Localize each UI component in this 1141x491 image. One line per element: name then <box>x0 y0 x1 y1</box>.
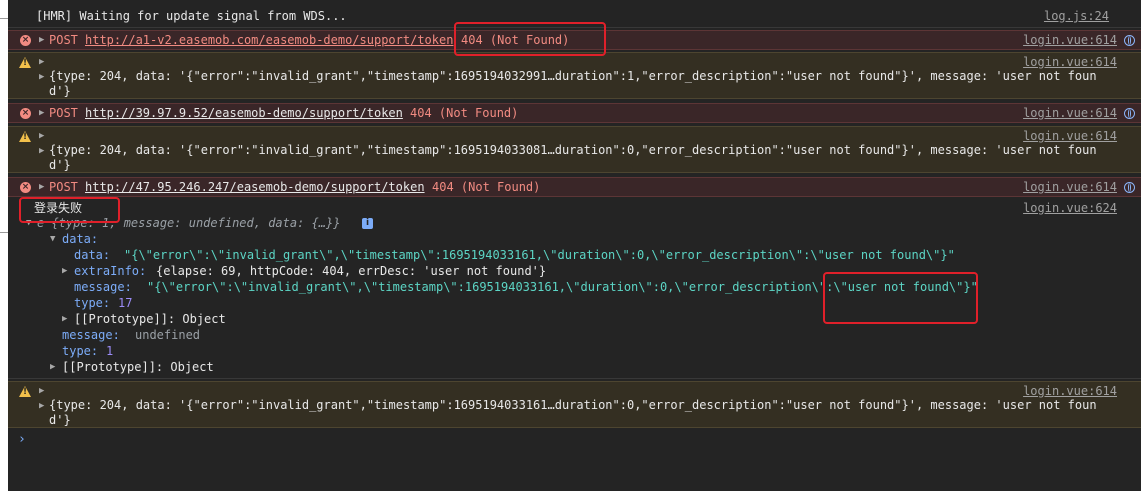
prop-data-data-value: "{\"error\":\"invalid_grant\",\"timestam… <box>124 248 955 262</box>
source-link[interactable]: log.js:24 <box>1044 9 1109 24</box>
expand-arrow-icon[interactable]: ▶ <box>62 264 67 279</box>
prop-prototype[interactable]: [[Prototype]]: Object <box>74 312 226 327</box>
expand-arrow-icon[interactable]: ▶ <box>39 384 44 399</box>
divider <box>0 232 8 233</box>
prop-data-data-key: data: <box>74 248 111 262</box>
prop-message2-value: undefined <box>135 328 201 342</box>
request-method: POST <box>49 180 78 194</box>
network-globe-icon[interactable] <box>1124 182 1135 193</box>
warning-object-line1: {type: 204, data: '{"error":"invalid_gra… <box>49 69 1097 83</box>
request-status: 404 (Not Found) <box>410 106 519 120</box>
request-method: POST <box>49 106 78 120</box>
warning-icon <box>19 386 31 397</box>
request-method: POST <box>49 33 78 47</box>
console-prompt[interactable]: › <box>18 432 26 447</box>
expand-arrow-icon[interactable]: ▶ <box>39 144 44 159</box>
expand-arrow-icon[interactable]: ▶ <box>50 360 55 375</box>
request-url[interactable]: http://39.97.9.52/easemob-demo/support/t… <box>85 106 403 121</box>
highlight-box-user-not-found <box>823 272 978 324</box>
source-link[interactable]: login.vue:614 <box>1023 180 1117 195</box>
expand-arrow-icon[interactable]: ▶ <box>39 129 44 144</box>
prop-message-key: message: <box>74 280 132 294</box>
prop-extrainfo-value: {elapse: 69, httpCode: 404, errDesc: 'us… <box>156 264 547 278</box>
expand-arrow-icon[interactable]: ▶ <box>39 180 44 195</box>
warning-object-line2: d'} <box>49 158 71 172</box>
message-text: [HMR] Waiting for update signal from WDS… <box>36 9 347 23</box>
source-link[interactable]: login.vue:614 <box>1023 33 1117 48</box>
source-link[interactable]: login.vue:614 <box>1023 129 1117 144</box>
prop-type-value: 17 <box>118 296 133 310</box>
prop-message2-key: message: <box>62 328 120 342</box>
error-icon: × <box>20 35 31 46</box>
console-message-warning-3: ▶ login.vue:614 ▶ {type: 204, data: '{"e… <box>8 381 1141 428</box>
warning-icon <box>19 57 31 68</box>
prop-type2-value: 1 <box>106 344 114 358</box>
source-link[interactable]: login.vue:614 <box>1023 384 1117 399</box>
source-link[interactable]: login.vue:624 <box>1023 201 1117 216</box>
warning-object-line2: d'} <box>49 413 71 427</box>
console-message-post-error-2: × ▶ POST http://39.97.9.52/easemob-demo/… <box>8 103 1141 123</box>
expand-arrow-icon[interactable]: ▶ <box>39 55 44 70</box>
devtools-console: [HMR] Waiting for update signal from WDS… <box>8 0 1141 491</box>
expand-arrow-icon[interactable]: ▶ <box>39 33 44 48</box>
error-icon: × <box>20 182 31 193</box>
warning-object-line1: {type: 204, data: '{"error":"invalid_gra… <box>49 398 1097 412</box>
prop-extrainfo-key[interactable]: extraInfo: <box>74 264 146 279</box>
request-status: 404 (Not Found) <box>432 180 541 194</box>
error-icon: × <box>20 108 31 119</box>
warning-object-line2: d'} <box>49 84 71 98</box>
prop-type-key: type: <box>74 296 111 310</box>
source-link[interactable]: login.vue:614 <box>1023 55 1117 70</box>
network-globe-icon[interactable] <box>1124 108 1135 119</box>
prop-type2-key: type: <box>62 344 99 358</box>
info-icon[interactable]: i <box>362 218 373 229</box>
warning-icon <box>19 131 31 142</box>
divider <box>0 18 8 19</box>
request-url[interactable]: http://a1-v2.easemob.com/easemob-demo/su… <box>85 33 453 48</box>
prop-prototype2[interactable]: [[Prototype]]: Object <box>62 360 214 375</box>
console-message-warning-1: ▶ login.vue:614 ▶ {type: 204, data: '{"e… <box>8 52 1141 99</box>
collapse-arrow-icon[interactable]: ▼ <box>50 232 55 247</box>
warning-object-line1: {type: 204, data: '{"error":"invalid_gra… <box>49 143 1097 157</box>
expand-arrow-icon[interactable]: ▶ <box>39 399 44 414</box>
request-url[interactable]: http://47.95.246.247/easemob-demo/suppor… <box>85 180 425 195</box>
console-message-warning-2: ▶ login.vue:614 ▶ {type: 204, data: '{"e… <box>8 126 1141 173</box>
expand-arrow-icon[interactable]: ▶ <box>62 312 67 327</box>
prop-data-key[interactable]: data: <box>62 232 98 247</box>
highlight-box-login-failed <box>19 197 120 223</box>
console-message-post-error-3: × ▶ POST http://47.95.246.247/easemob-de… <box>8 177 1141 197</box>
highlight-box-status <box>454 22 606 56</box>
expand-arrow-icon[interactable]: ▶ <box>39 106 44 121</box>
expand-arrow-icon[interactable]: ▶ <box>39 70 44 85</box>
network-globe-icon[interactable] <box>1124 35 1135 46</box>
source-link[interactable]: login.vue:614 <box>1023 106 1117 121</box>
